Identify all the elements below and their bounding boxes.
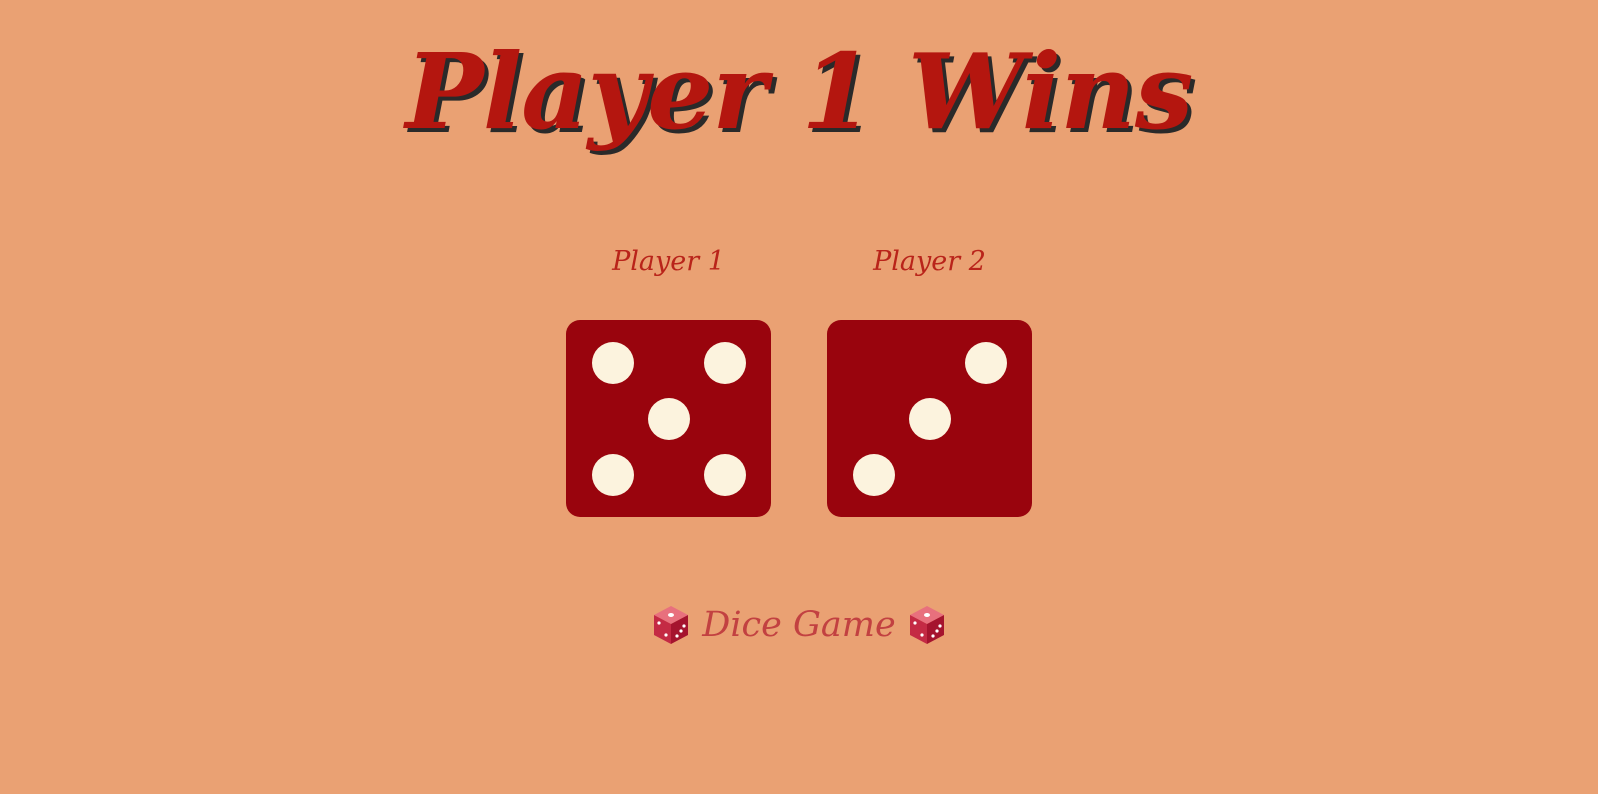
player-2-label: Player 2 <box>873 246 986 277</box>
dice-icon <box>908 604 946 646</box>
footer-title: Dice Game <box>702 605 896 645</box>
dice-icon <box>652 604 690 646</box>
die-pip <box>909 398 951 440</box>
die-pip <box>853 454 895 496</box>
die-pip <box>704 342 746 384</box>
player-2-die <box>827 320 1032 517</box>
footer: Dice Game <box>0 600 1598 650</box>
die-pip <box>592 342 634 384</box>
die-pip <box>965 342 1007 384</box>
die-pip <box>648 398 690 440</box>
result-title: Player 1 Wins <box>405 30 1194 153</box>
die-pip <box>704 454 746 496</box>
die-pip <box>592 454 634 496</box>
player-1-label: Player 1 <box>612 246 725 277</box>
player-1-die <box>566 320 771 517</box>
